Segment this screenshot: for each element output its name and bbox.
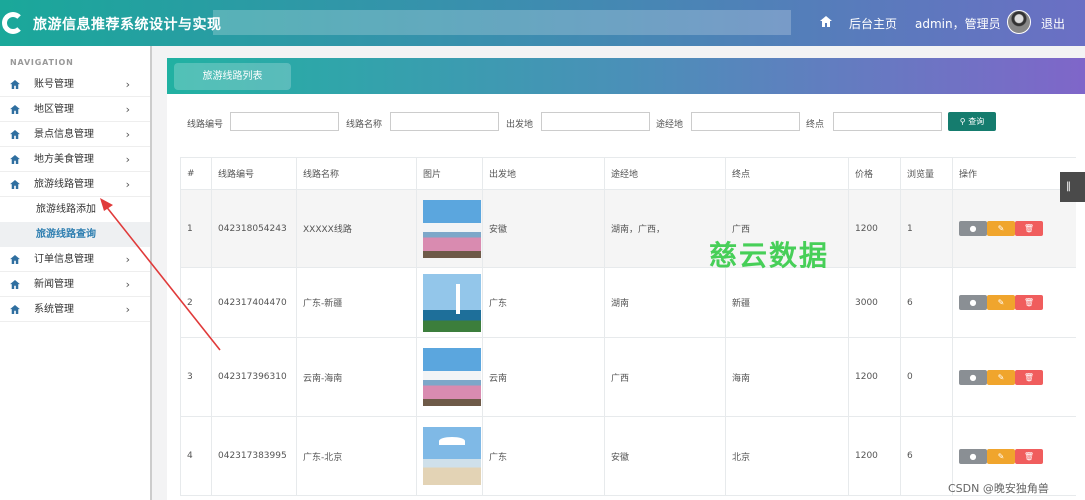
search-input-start[interactable] — [541, 112, 650, 131]
search-form: 线路编号 线路名称 出发地 途经地 终点 ⚲ 查询 — [167, 112, 1085, 132]
credit-text: CSDN @晚安独角兽 — [948, 482, 1049, 495]
cell-price: 1200 — [848, 189, 901, 268]
delete-button[interactable]: 🗑 — [1015, 221, 1043, 236]
info-button[interactable]: ● — [959, 295, 987, 310]
column-header: 图片 — [416, 157, 483, 190]
search-label-end: 终点 — [806, 120, 825, 130]
panel-header: 旅游线路列表 — [167, 58, 1085, 94]
cell-views: 1 — [900, 189, 953, 268]
panel-body: 线路编号 线路名称 出发地 途经地 终点 ⚲ 查询 # 线路编号 线路名称 图片… — [167, 94, 1085, 500]
home-link[interactable]: 后台主页 — [849, 15, 897, 32]
home-icon[interactable] — [820, 16, 832, 27]
search-input-name[interactable] — [390, 112, 499, 131]
cell-name: 广东-北京 — [296, 416, 417, 496]
logout-link[interactable]: 退出 — [1041, 15, 1065, 32]
cell-name: 广东-新疆 — [296, 267, 417, 338]
table-row[interactable]: 4 042317383995 广东-北京 广东 安徽 北京 1200 6 ● ✎ 🗑 — [180, 416, 1076, 496]
column-header: 价格 — [848, 157, 901, 190]
cell-name: XXXXX线路 — [296, 189, 417, 268]
info-button[interactable]: ● — [959, 369, 987, 385]
search-input-end[interactable] — [833, 112, 942, 131]
cell-end: 海南 — [725, 337, 849, 417]
edit-button[interactable]: ✎ — [987, 221, 1015, 236]
cell-start: 广东 — [482, 416, 605, 496]
search-label-name: 线路名称 — [346, 120, 383, 130]
table-row[interactable]: 2 042317404470 广东-新疆 广东 湖南 新疆 3000 6 ● ✎ 🗑 — [180, 267, 1076, 338]
cell-views: 0 — [900, 337, 953, 417]
cell-start: 广东 — [482, 267, 605, 338]
route-image[interactable] — [423, 348, 481, 406]
table-row[interactable]: 3 042317396310 云南-海南 云南 广西 海南 1200 0 ● ✎ 🗑 — [180, 337, 1076, 417]
column-header: 终点 — [725, 157, 849, 190]
route-image[interactable] — [423, 199, 481, 258]
table-row[interactable]: 1 042318054243 XXXXX线路 安徽 湖南，广西， 广西 1200… — [180, 189, 1076, 268]
cell-start: 云南 — [482, 337, 605, 417]
main-content: 旅游线路列表 线路编号 线路名称 出发地 途经地 终点 ⚲ 查询 # 线路编号 … — [167, 58, 1085, 500]
route-image[interactable] — [423, 427, 481, 485]
route-image[interactable] — [423, 273, 481, 332]
annotation-arrow-icon — [100, 198, 221, 351]
column-header: 线路名称 — [296, 157, 417, 190]
cell-code: 042317383995 — [211, 416, 297, 496]
cell-via: 广西 — [604, 337, 726, 417]
search-label-start: 出发地 — [506, 120, 534, 130]
search-input-via[interactable] — [691, 112, 800, 131]
column-header: 操作 — [952, 157, 1076, 190]
table-header-row: # 线路编号 线路名称 图片 出发地 途经地 终点 价格 浏览量 操作 — [180, 157, 1076, 190]
search-label-via: 途经地 — [656, 120, 684, 130]
cell-via: 湖南，广西， — [604, 189, 726, 268]
cell-end: 北京 — [725, 416, 849, 496]
cell-index: 4 — [180, 416, 212, 496]
delete-button[interactable]: 🗑 — [1015, 295, 1043, 310]
cell-views: 6 — [900, 416, 953, 496]
avatar[interactable] — [1007, 10, 1031, 34]
info-button[interactable]: ● — [959, 221, 987, 236]
side-tab-handle[interactable]: ‖ — [1060, 172, 1085, 202]
column-header: 出发地 — [482, 157, 605, 190]
cell-via: 湖南 — [604, 267, 726, 338]
cell-name: 云南-海南 — [296, 337, 417, 417]
search-button[interactable]: ⚲ 查询 — [948, 112, 996, 131]
user-label: admin，管理员 — [915, 17, 1001, 31]
edit-button[interactable]: ✎ — [987, 295, 1015, 310]
delete-button[interactable]: 🗑 — [1015, 369, 1043, 385]
cell-via: 安徽 — [604, 416, 726, 496]
info-button[interactable]: ● — [959, 448, 987, 464]
cell-views: 6 — [900, 267, 953, 338]
edit-button[interactable]: ✎ — [987, 448, 1015, 464]
column-header: 浏览量 — [900, 157, 953, 190]
search-button-label: 查询 — [968, 117, 985, 126]
delete-button[interactable]: 🗑 — [1015, 448, 1043, 464]
cell-price: 1200 — [848, 337, 901, 417]
search-icon: ⚲ — [959, 117, 966, 126]
cell-start: 安徽 — [482, 189, 605, 268]
column-header: 途经地 — [604, 157, 726, 190]
cell-end: 新疆 — [725, 267, 849, 338]
watermark: 慈云数据 — [709, 239, 830, 272]
edit-button[interactable]: ✎ — [987, 369, 1015, 385]
cell-price: 1200 — [848, 416, 901, 496]
cell-price: 3000 — [848, 267, 901, 338]
route-table: # 线路编号 线路名称 图片 出发地 途经地 终点 价格 浏览量 操作 1 04… — [180, 157, 1076, 496]
